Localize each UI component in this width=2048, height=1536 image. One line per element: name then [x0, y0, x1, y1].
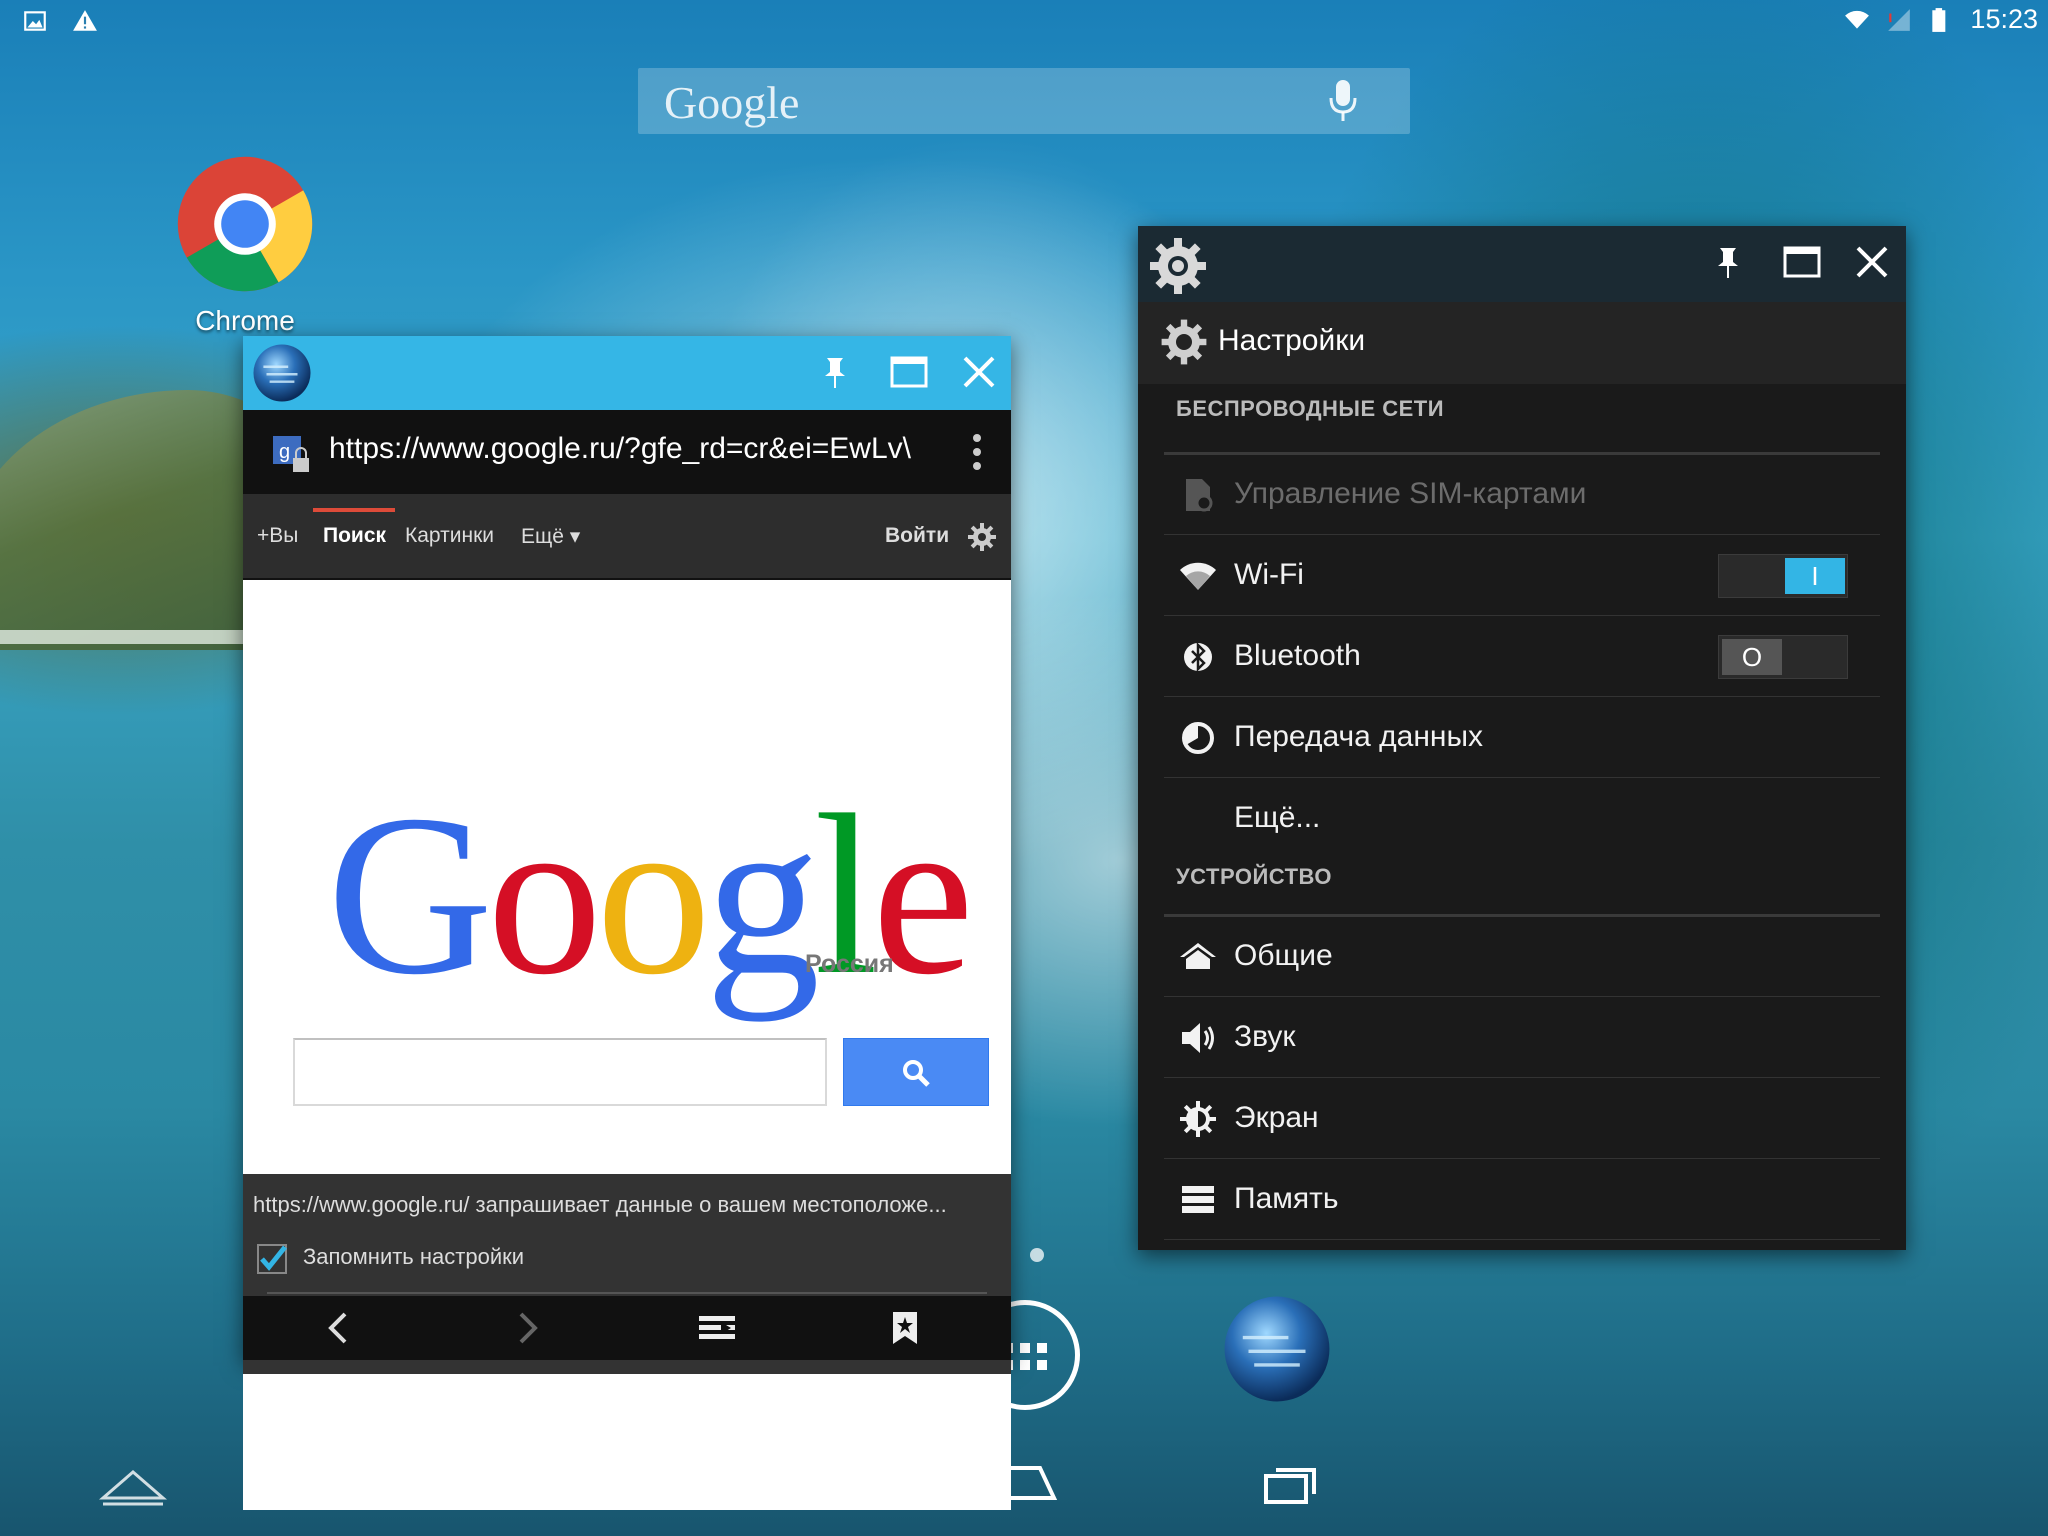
nav-more[interactable]: Ещё ▾ [521, 524, 580, 549]
overflow-menu-icon[interactable] [971, 432, 983, 472]
chrome-label: Chrome [195, 305, 295, 336]
chrome-icon [177, 156, 313, 292]
data-usage-icon [1182, 722, 1214, 754]
wallpaper-beach [0, 630, 280, 644]
status-bar: 15:23 [0, 0, 2048, 42]
maximize-icon[interactable] [1780, 240, 1824, 284]
settings-title: Настройки [1218, 324, 1366, 357]
globe-icon [253, 344, 311, 402]
page-indicator-dot [1030, 1248, 1044, 1262]
tabs-icon[interactable] [697, 1308, 737, 1348]
browser-floating-window[interactable]: g https://www.google.ru/?gfe_rd=cr&ei=Ew… [243, 336, 1011, 1510]
wifi-toggle[interactable]: I [1718, 554, 1848, 598]
settings-titlebar[interactable] [1138, 226, 1906, 302]
logo-letter: G [327, 767, 493, 1022]
search-button[interactable] [843, 1038, 989, 1106]
settings-item-label: Передача данных [1234, 720, 1484, 753]
settings-item-data-usage[interactable]: Передача данных [1164, 698, 1880, 778]
image-icon [24, 11, 46, 31]
brightness-icon [1180, 1101, 1216, 1137]
home-icon [1180, 943, 1216, 969]
nav-plus-you[interactable]: +Вы [257, 524, 298, 548]
settings-item-label: Wi-Fi [1234, 558, 1304, 591]
geolocation-message: https://www.google.ru/ запрашивает данны… [253, 1192, 947, 1217]
nav-search[interactable]: Поиск [323, 524, 386, 548]
browser-bottom-bar [243, 1296, 1011, 1360]
remember-checkbox[interactable] [255, 1242, 289, 1276]
settings-item-label: Память [1234, 1182, 1339, 1215]
settings-item-storage[interactable]: Память [1164, 1160, 1880, 1240]
settings-action-bar: Настройки [1138, 302, 1906, 384]
logo-letter: o [487, 767, 602, 1022]
settings-item-more[interactable]: Ещё... [1164, 779, 1880, 859]
close-icon[interactable] [957, 350, 1001, 394]
wifi-icon [1180, 562, 1216, 590]
remember-label[interactable]: Запомнить настройки [303, 1244, 524, 1270]
section-header-device: УСТРОЙСТВО [1176, 864, 1333, 889]
google-widget-logo: Google [664, 77, 800, 128]
search-icon [903, 1060, 930, 1087]
region-label: Россия [805, 950, 894, 978]
logo-letter: g [705, 767, 820, 1022]
recents-icon[interactable] [1248, 1454, 1338, 1514]
forward-arrow-icon[interactable] [507, 1308, 547, 1348]
wifi-icon [1845, 10, 1870, 29]
battery-icon [1932, 7, 1946, 32]
globe-icon [1224, 1296, 1330, 1402]
settings-item-label: Bluetooth [1234, 639, 1361, 672]
settings-floating-window[interactable]: Настройки БЕСПРОВОДНЫЕ СЕТИ Управление S… [1138, 226, 1906, 1250]
desktop-chrome-shortcut[interactable]: Chrome [160, 154, 330, 344]
sim-icon [1186, 479, 1213, 512]
settings-item-general[interactable]: Общие [1164, 917, 1880, 997]
bluetooth-toggle[interactable]: O [1718, 635, 1848, 679]
pin-icon[interactable] [1706, 240, 1750, 284]
geo-divider [267, 1292, 987, 1294]
settings-item-sim[interactable]: Управление SIM-картами [1164, 455, 1880, 535]
signal-icon [1888, 8, 1911, 31]
google-search-widget[interactable]: Google [638, 68, 1410, 134]
mic-icon[interactable] [1326, 78, 1360, 124]
settings-item-sound[interactable]: Звук [1164, 998, 1880, 1078]
settings-item-label: Ещё... [1234, 801, 1321, 834]
close-icon[interactable] [1850, 240, 1894, 284]
volume-icon [1182, 1023, 1214, 1053]
svg-text:g: g [279, 441, 290, 463]
settings-item-wifi[interactable]: Wi-Fi I [1164, 536, 1880, 616]
settings-app-icon [1150, 238, 1206, 294]
search-input[interactable] [293, 1038, 827, 1106]
toggle-off-knob: O [1722, 639, 1782, 675]
logo-letter: o [596, 767, 711, 1022]
settings-item-bluetooth[interactable]: Bluetooth O [1164, 617, 1880, 697]
browser-titlebar[interactable] [243, 336, 1011, 410]
settings-item-display[interactable]: Экран [1164, 1079, 1880, 1159]
settings-item-label: Общие [1234, 939, 1333, 972]
clock: 15:23 [1970, 4, 2038, 34]
bookmark-icon[interactable] [885, 1308, 925, 1348]
bluetooth-icon [1184, 641, 1212, 673]
login-link[interactable]: Войти [885, 524, 949, 548]
url-text[interactable]: https://www.google.ru/?gfe_rd=cr&ei=EwLv… [329, 432, 929, 466]
settings-item-cutoff [1164, 1241, 1880, 1250]
google-site-lock-icon: g [273, 436, 309, 472]
active-tab-indicator [313, 508, 395, 512]
settings-item-label: Звук [1234, 1020, 1296, 1053]
toggle-on-knob: I [1785, 558, 1845, 594]
back-arrow-icon[interactable] [319, 1308, 359, 1348]
google-nav-bar: +Вы Поиск Картинки Ещё ▾ Войти [243, 494, 1011, 580]
dock-browser-app[interactable] [1220, 1292, 1334, 1406]
nav-images[interactable]: Картинки [405, 524, 494, 548]
settings-gear-icon [1161, 319, 1207, 365]
hide-nav-icon[interactable] [88, 1454, 178, 1514]
address-bar[interactable]: g https://www.google.ru/?gfe_rd=cr&ei=Ew… [243, 410, 1011, 494]
pin-icon[interactable] [813, 350, 857, 394]
maximize-icon[interactable] [887, 350, 931, 394]
storage-icon [1182, 1186, 1214, 1213]
gear-icon[interactable] [967, 522, 997, 552]
warning-icon [73, 10, 97, 31]
section-header-wireless: БЕСПРОВОДНЫЕ СЕТИ [1176, 396, 1445, 421]
settings-item-label: Управление SIM-картами [1234, 477, 1587, 510]
settings-item-label: Экран [1234, 1101, 1319, 1134]
